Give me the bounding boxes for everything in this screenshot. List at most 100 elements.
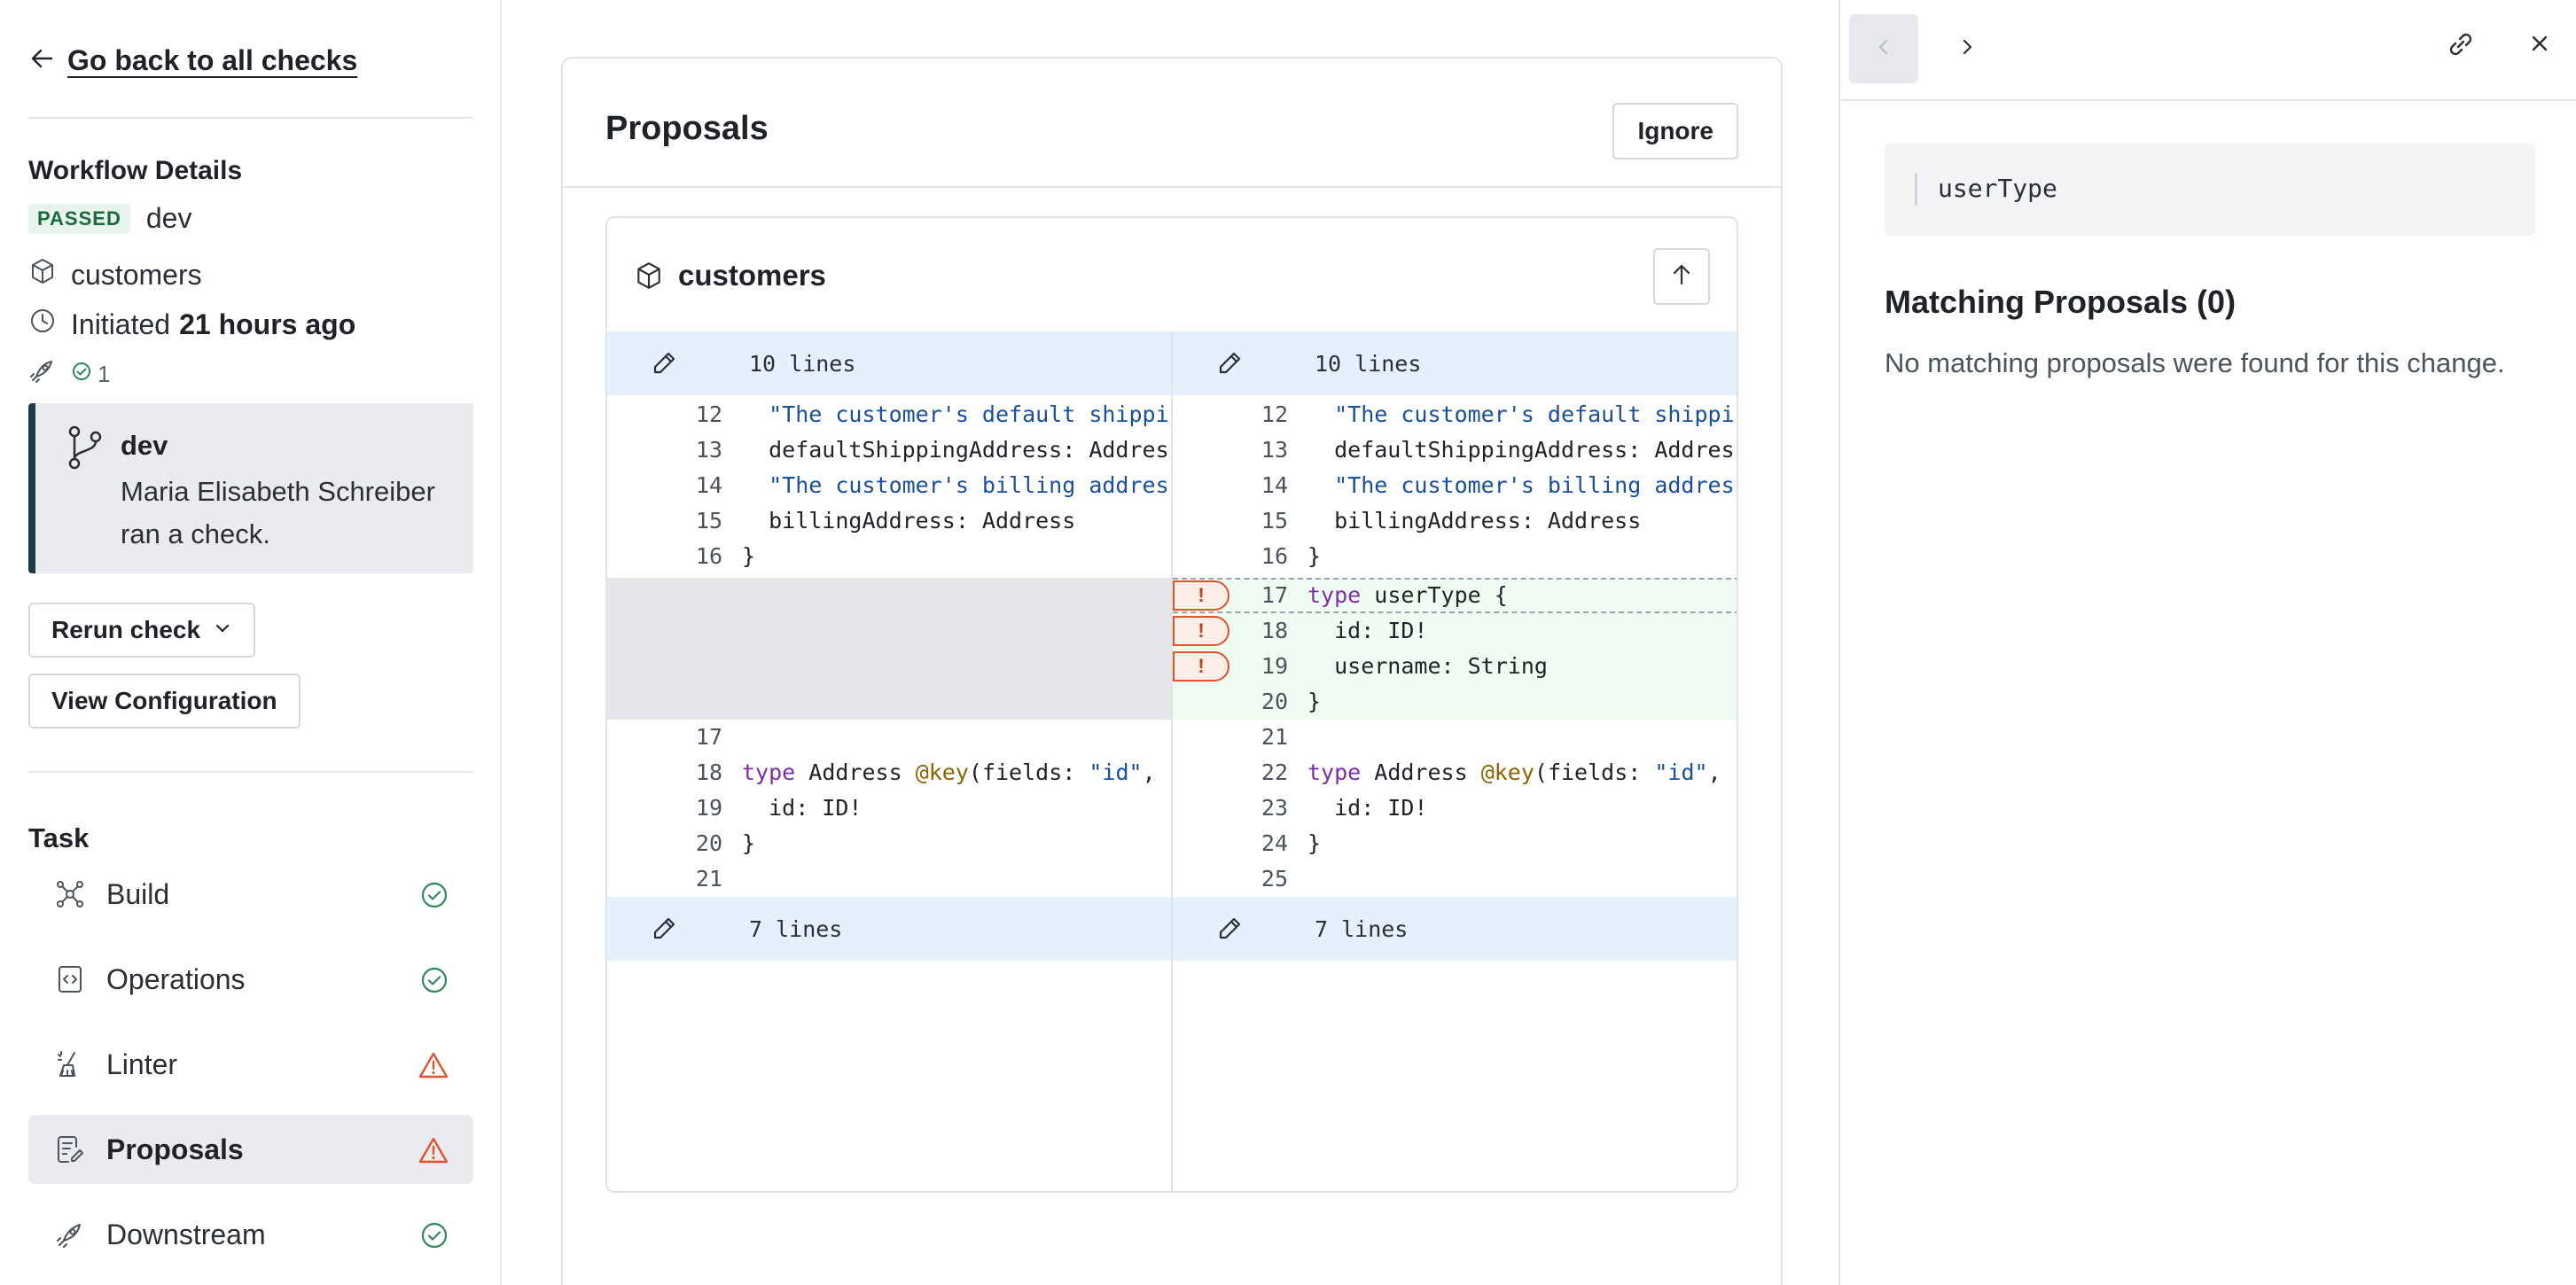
code-line: 14 "The customer's billing address" bbox=[695, 472, 1173, 498]
expand-lines-bottom[interactable]: 7 lines bbox=[607, 897, 1171, 961]
chevron-right-icon bbox=[1955, 35, 1979, 63]
expand-lines-top[interactable]: 10 lines bbox=[1173, 331, 1737, 395]
collapsed-lines-label: 7 lines bbox=[1315, 915, 1409, 942]
check-circle-icon bbox=[420, 1221, 449, 1254]
task-item-build[interactable]: Build bbox=[28, 860, 473, 929]
pencil-icon bbox=[650, 349, 678, 382]
chevron-down-icon bbox=[213, 616, 232, 644]
initiated-prefix: Initiated bbox=[71, 308, 171, 340]
workflow-details-title: Workflow Details bbox=[28, 156, 243, 185]
code-line: 17 bbox=[695, 724, 722, 750]
collapsed-lines-label: 7 lines bbox=[749, 915, 843, 942]
task-section-title: Task bbox=[28, 822, 90, 853]
pencil-icon bbox=[1215, 349, 1244, 382]
branch-description: Maria Elisabeth Schreiber ran a check. bbox=[121, 476, 435, 549]
checks-row: 1 bbox=[28, 356, 110, 392]
environment-name: dev bbox=[145, 202, 192, 234]
back-link-label: Go back to all checks bbox=[67, 44, 358, 76]
rocket-icon bbox=[28, 356, 57, 392]
task-label: Operations bbox=[106, 962, 246, 995]
task-item-downstream[interactable]: Downstream bbox=[28, 1200, 473, 1269]
task-item-linter[interactable]: Linter bbox=[28, 1030, 473, 1099]
view-config-label: View Configuration bbox=[51, 687, 277, 714]
initiated-time: 21 hours ago bbox=[179, 308, 356, 340]
code-line: 12 "The customer's default shipping addr… bbox=[695, 401, 1171, 427]
chevron-left-icon bbox=[1872, 35, 1895, 63]
code-line: 14 "The customer's billing address" bbox=[1261, 472, 1738, 498]
proposals-header: Proposals Ignore bbox=[563, 58, 1781, 188]
divider bbox=[28, 771, 473, 773]
next-change-button[interactable] bbox=[1932, 14, 2002, 83]
link-icon[interactable] bbox=[2443, 27, 2478, 66]
proposal-warning-marker[interactable]: ! bbox=[1173, 616, 1229, 646]
document-edit-icon bbox=[55, 1134, 85, 1169]
code-line: 16} bbox=[695, 543, 756, 569]
check-count: 1 bbox=[98, 360, 111, 387]
code-line-added: 17 type userType { bbox=[1261, 582, 1508, 608]
branch-card: dev Maria Elisabeth Schreiber ran a chec… bbox=[28, 403, 473, 573]
rerun-label: Rerun check bbox=[51, 616, 201, 643]
warning-triangle-icon bbox=[418, 1136, 449, 1169]
proposals-card: Proposals Ignore customers 10 lines 12 "… bbox=[561, 57, 1783, 1285]
task-label: Downstream bbox=[106, 1218, 266, 1250]
close-icon[interactable] bbox=[2526, 30, 2553, 61]
subgraph-row: customers bbox=[28, 257, 202, 292]
subgraph-name: customers bbox=[71, 258, 202, 291]
previous-change-button[interactable] bbox=[1849, 14, 1918, 83]
subgraph-diff-card: customers 10 lines 12 "The customer's de… bbox=[605, 216, 1738, 1193]
rocket-icon bbox=[55, 1219, 85, 1254]
ignore-button[interactable]: Ignore bbox=[1612, 103, 1738, 160]
code-line: 22type Address @key(fields: "id", resolv… bbox=[1261, 759, 1737, 785]
check-circle-icon bbox=[71, 361, 92, 388]
matching-proposals-empty-message: No matching proposals were found for thi… bbox=[1885, 347, 2505, 378]
code-line: 20} bbox=[695, 830, 756, 856]
back-to-checks-link[interactable]: Go back to all checks bbox=[28, 44, 357, 77]
code-line: 25 bbox=[1261, 866, 1288, 892]
git-branch-icon bbox=[66, 424, 105, 475]
code-line: 15 billingAddress: Address bbox=[695, 508, 1076, 533]
workflow-status-row: PASSED dev bbox=[28, 202, 191, 235]
task-item-operations[interactable]: Operations bbox=[28, 945, 473, 1014]
subgraph-diff-header: customers bbox=[607, 218, 1737, 331]
view-configuration-button[interactable]: View Configuration bbox=[28, 674, 301, 728]
code-line: 21 bbox=[695, 866, 722, 892]
cube-icon bbox=[28, 257, 57, 292]
pencil-icon bbox=[650, 915, 678, 947]
task-item-proposals[interactable]: Proposals bbox=[28, 1115, 473, 1184]
code-line: 23 id: ID! bbox=[1261, 795, 1428, 821]
code-line: 19 id: ID! bbox=[695, 795, 863, 821]
check-circle-icon bbox=[420, 881, 449, 914]
code-line: 21 bbox=[1261, 724, 1288, 750]
task-label: Linter bbox=[106, 1047, 178, 1080]
matching-proposals-title: Matching Proposals (0) bbox=[1885, 284, 2236, 320]
diff-right-column: 10 lines 12 "The customer's default ship… bbox=[1173, 331, 1738, 1191]
check-count-group: 1 bbox=[71, 361, 110, 388]
scroll-up-button[interactable] bbox=[1653, 248, 1710, 305]
detail-panel: userType Matching Proposals (0) No match… bbox=[1838, 0, 2576, 1285]
code-line: 18type Address @key(fields: "id", resolv… bbox=[695, 759, 1171, 785]
code-line: 15 billingAddress: Address bbox=[1261, 508, 1642, 533]
code-line: 12 "The customer's default shipping addr… bbox=[1261, 401, 1737, 427]
collapsed-lines-label: 10 lines bbox=[1315, 350, 1422, 377]
subgraph-title: customers bbox=[678, 259, 826, 292]
main-content: Proposals Ignore customers 10 lines 12 "… bbox=[503, 0, 1838, 1285]
status-badge: PASSED bbox=[28, 203, 130, 234]
proposal-warning-marker[interactable]: ! bbox=[1173, 651, 1229, 681]
diff-view: 10 lines 12 "The customer's default ship… bbox=[607, 331, 1738, 1191]
expand-lines-bottom[interactable]: 7 lines bbox=[1173, 897, 1737, 961]
code-line: 16} bbox=[1261, 543, 1322, 569]
expand-lines-top[interactable]: 10 lines bbox=[607, 331, 1171, 395]
divider bbox=[28, 117, 473, 119]
selected-type-name: userType bbox=[1938, 174, 2057, 203]
sparkle-broom-icon bbox=[55, 1049, 85, 1084]
proposal-warning-marker[interactable]: ! bbox=[1173, 580, 1229, 611]
rerun-check-button[interactable]: Rerun check bbox=[28, 603, 256, 658]
diff-left-column: 10 lines 12 "The customer's default ship… bbox=[607, 331, 1173, 1191]
code-line: 13 defaultShippingAddress: Address bbox=[1261, 437, 1738, 463]
arrow-left-icon bbox=[28, 44, 57, 77]
panel-toolbar bbox=[1840, 0, 2576, 101]
check-circle-icon bbox=[420, 966, 449, 999]
code-file-icon bbox=[55, 964, 85, 999]
quote-bar bbox=[1915, 174, 1917, 206]
branch-name: dev bbox=[121, 430, 168, 461]
